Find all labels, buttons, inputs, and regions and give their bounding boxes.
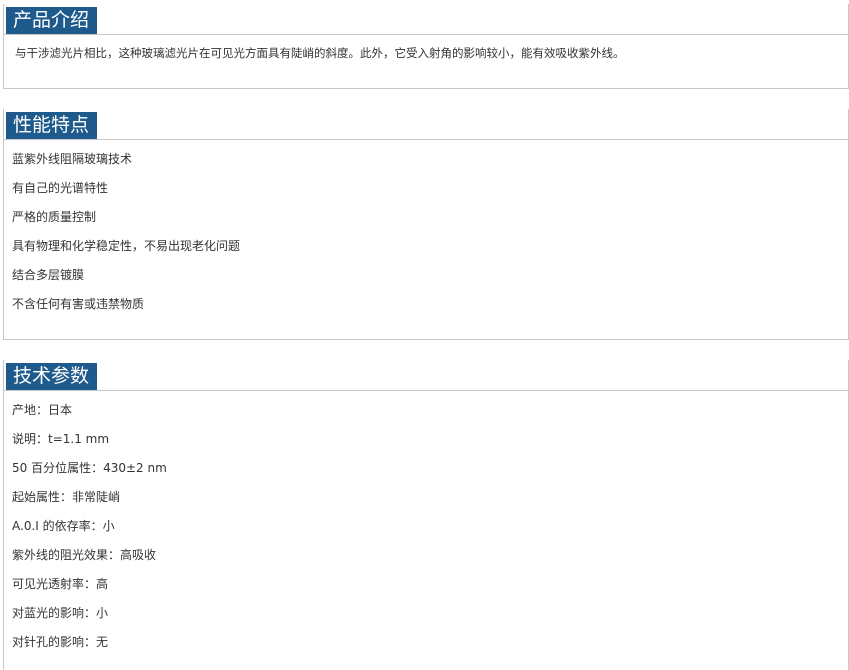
product-intro-title: 产品介绍 <box>6 7 98 34</box>
spec-item-blue-light-effect: 对蓝光的影响：小 <box>12 606 109 620</box>
specs-title: 技术参数 <box>6 363 98 390</box>
spec-item-description: 说明：t=1.1 mm <box>12 432 110 446</box>
feature-item: 具有物理和化学稳定性，不易出现老化问题 <box>12 239 241 253</box>
spec-item-onset: 起始属性：非常陡峭 <box>12 490 121 504</box>
feature-item: 结合多层镀膜 <box>12 268 85 282</box>
feature-item: 不含任何有害或违禁物质 <box>12 297 145 311</box>
spec-item-aoi-dependence: A.0.I 的依存率：小 <box>12 519 115 533</box>
spec-item-uv-blocking: 紫外线的阻光效果：高吸收 <box>12 548 157 562</box>
product-intro-section: 产品介绍 与干涉滤光片相比，这种玻璃滤光片在可见光方面具有陡峭的斜度。此外，它受… <box>3 4 849 89</box>
feature-item: 严格的质量控制 <box>12 210 97 224</box>
spec-item-50-percentile: 50 百分位属性：430±2 nm <box>12 461 167 475</box>
product-intro-header: 产品介绍 <box>4 4 848 35</box>
spec-item-pinhole-effect: 对针孔的影响：无 <box>12 635 109 649</box>
spec-item-origin: 产地：日本 <box>12 403 73 417</box>
features-header: 性能特点 <box>4 109 848 140</box>
feature-item: 蓝紫外线阻隔玻璃技术 <box>12 152 133 166</box>
specs-header: 技术参数 <box>4 360 848 391</box>
feature-item: 有自己的光谱特性 <box>12 181 109 195</box>
features-title: 性能特点 <box>6 112 98 139</box>
spec-item-visible-transmittance: 可见光透射率：高 <box>12 577 109 591</box>
product-intro-text: 与干涉滤光片相比，这种玻璃滤光片在可见光方面具有陡峭的斜度。此外，它受入射角的影… <box>15 46 625 60</box>
specs-section: 技术参数 产地：日本 说明：t=1.1 mm 50 百分位属性：430±2 nm… <box>3 360 849 670</box>
features-section: 性能特点 蓝紫外线阻隔玻璃技术 有自己的光谱特性 严格的质量控制 具有物理和化学… <box>3 109 849 340</box>
